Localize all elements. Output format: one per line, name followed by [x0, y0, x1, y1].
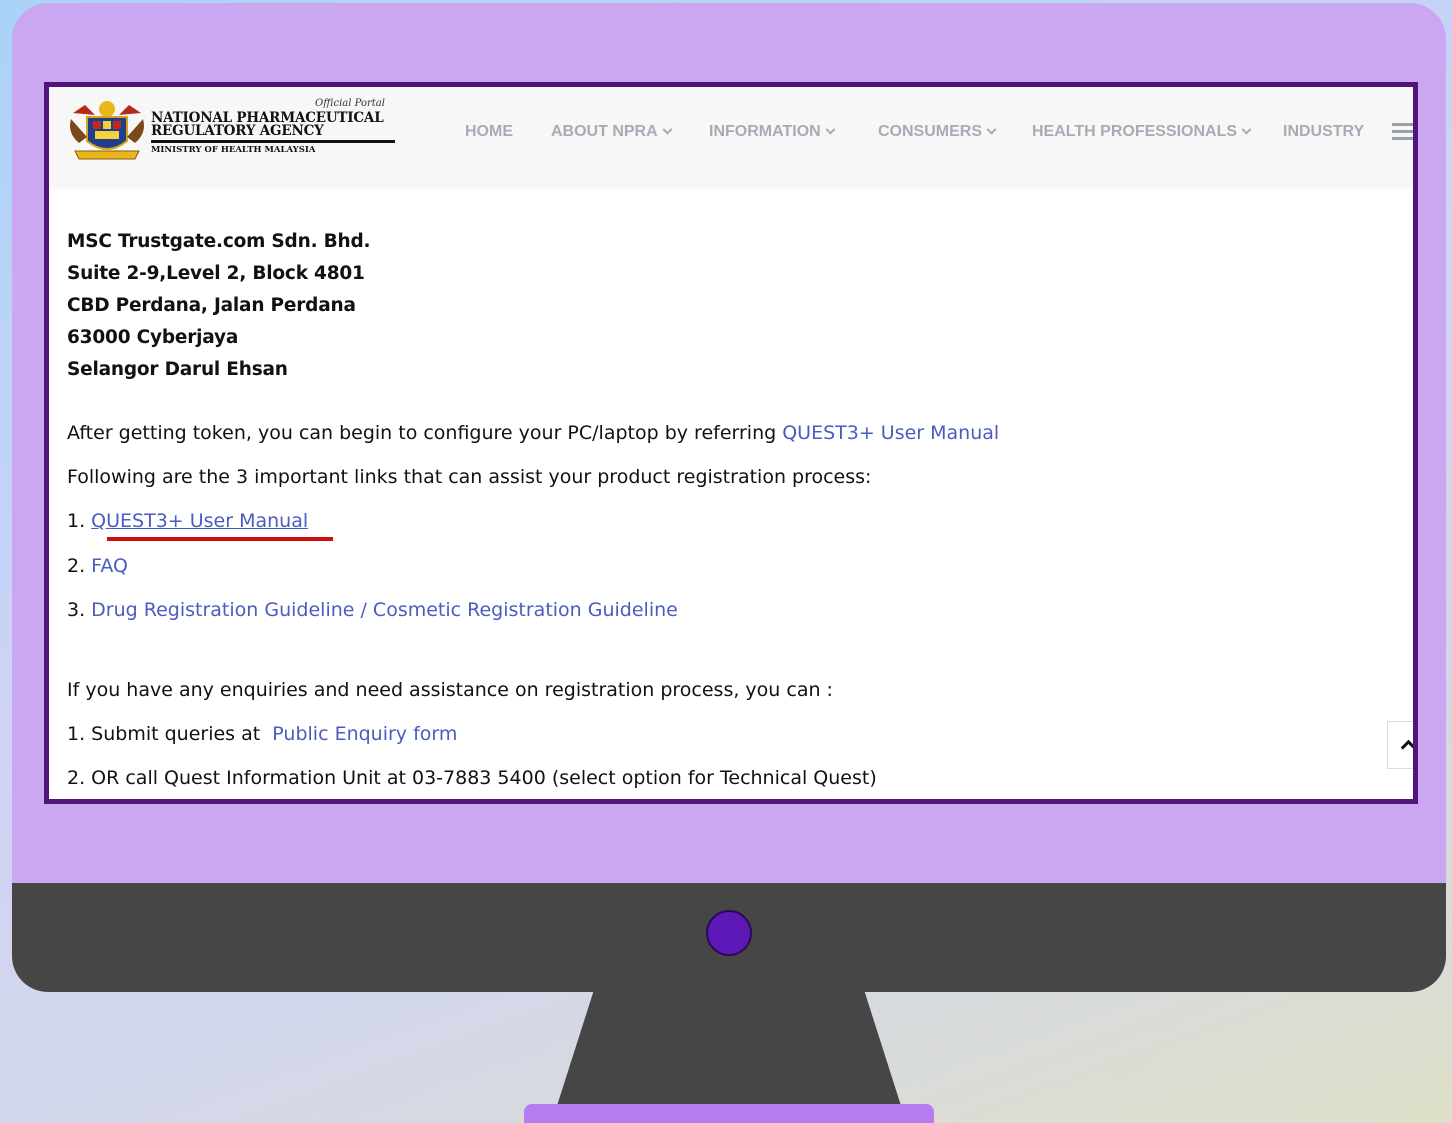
nav-item-consumers[interactable]: CONSUMERS: [878, 123, 997, 141]
enquiry-intro: If you have any enquiries and need assis…: [67, 679, 833, 701]
logo-official-portal: Official Portal: [315, 98, 385, 109]
enquiry-text: 1. Submit queries at: [67, 723, 267, 745]
quest3-user-manual-link[interactable]: QUEST3+ User Manual: [91, 510, 308, 532]
chevron-down-icon: [1241, 124, 1252, 135]
power-button-icon: [706, 910, 752, 956]
configure-text: After getting token, you can begin to co…: [67, 422, 783, 444]
monitor-chin: [12, 883, 1446, 992]
list-item-link-2: 2. FAQ: [67, 555, 128, 577]
nav-label: HOME: [465, 123, 513, 140]
address-line: Suite 2-9,Level 2, Block 4801: [67, 263, 365, 284]
nav-item-information[interactable]: INFORMATION: [709, 123, 836, 141]
site-navbar: Official Portal NATIONAL PHARMACEUTICAL …: [49, 87, 1413, 185]
nav-label: INFORMATION: [709, 123, 821, 140]
logo-line-3: MINISTRY OF HEALTH MALAYSIA: [151, 145, 316, 155]
enquiry-item-1: 1. Submit queries at Public Enquiry form: [67, 723, 457, 745]
npra-logo[interactable]: Official Portal NATIONAL PHARMACEUTICAL …: [65, 97, 395, 163]
hamburger-icon[interactable]: [1392, 123, 1413, 141]
list-number: 3.: [67, 599, 92, 621]
chevron-down-icon: [825, 124, 836, 135]
list-number: 2.: [67, 555, 92, 577]
address-line: Selangor Darul Ehsan: [67, 359, 288, 380]
address-line: CBD Perdana, Jalan Perdana: [67, 295, 356, 316]
configure-paragraph: After getting token, you can begin to co…: [67, 422, 999, 444]
nav-label: ABOUT NPRA: [551, 123, 658, 140]
logo-line-2: REGULATORY AGENCY: [151, 123, 324, 139]
nav-label: CONSUMERS: [878, 123, 983, 140]
coat-of-arms-icon: [70, 101, 144, 160]
nav-item-home[interactable]: HOME: [465, 123, 513, 141]
chevron-up-icon: [1400, 739, 1413, 756]
registration-guideline-link[interactable]: Drug Registration Guideline / Cosmetic R…: [91, 599, 678, 621]
list-number: 1.: [67, 510, 92, 532]
list-item-link-1: 1. QUEST3+ User Manual: [67, 510, 308, 532]
address-line: 63000 Cyberjaya: [67, 327, 239, 348]
nav-label: HEALTH PROFESSIONALS: [1032, 123, 1238, 140]
nav-item-industry[interactable]: INDUSTRY: [1283, 123, 1364, 141]
enquiry-item-2: 2. OR call Quest Information Unit at 03-…: [67, 767, 877, 789]
faq-link[interactable]: FAQ: [91, 555, 128, 577]
chevron-down-icon: [662, 124, 673, 135]
quest3-user-manual-link-inline[interactable]: QUEST3+ User Manual: [782, 422, 999, 444]
nav-label: INDUSTRY: [1283, 123, 1365, 140]
nav-item-health-professionals[interactable]: HEALTH PROFESSIONALS: [1032, 123, 1252, 141]
nav-item-about-npra[interactable]: ABOUT NPRA: [551, 123, 673, 141]
monitor-stand: [555, 992, 903, 1112]
public-enquiry-form-link[interactable]: Public Enquiry form: [272, 723, 457, 745]
chevron-down-icon: [986, 124, 997, 135]
highlight-underline: [107, 537, 333, 541]
links-intro: Following are the 3 important links that…: [67, 466, 872, 488]
logo-divider: [151, 140, 395, 143]
address-line: MSC Trustgate.com Sdn. Bhd.: [67, 231, 371, 252]
monitor-base: [524, 1104, 934, 1123]
browser-screen: Official Portal NATIONAL PHARMACEUTICAL …: [44, 82, 1418, 804]
scroll-to-top-button[interactable]: [1387, 721, 1413, 769]
list-item-link-3: 3. Drug Registration Guideline / Cosmeti…: [67, 599, 678, 621]
